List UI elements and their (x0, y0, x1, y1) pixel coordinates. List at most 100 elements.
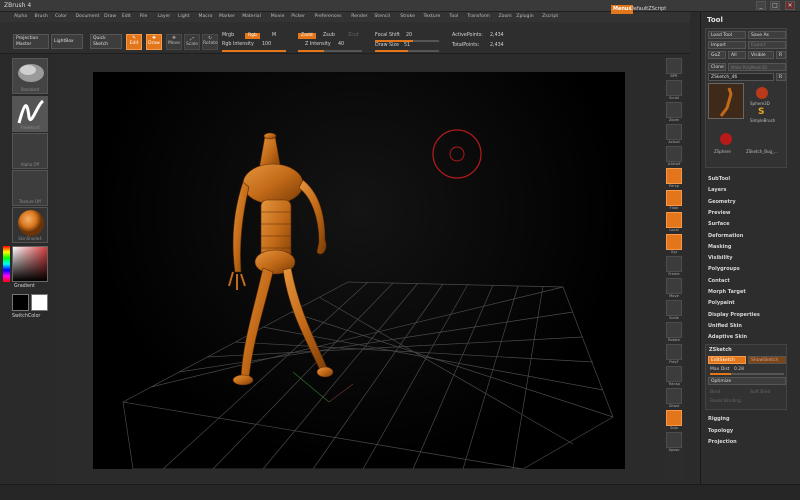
subpalette-projection[interactable]: Projection (708, 439, 737, 445)
menu-item-document[interactable]: Document (76, 14, 100, 19)
view-xpose-button[interactable]: Xpose (666, 432, 682, 452)
projection-master-button[interactable]: Projection Master (13, 34, 49, 49)
subpalette-surface[interactable]: Surface (708, 221, 730, 227)
m-button[interactable]: M (272, 33, 276, 38)
menu-item-alpha[interactable]: Alpha (14, 14, 27, 19)
mrgb-button[interactable]: Mrgb (222, 33, 234, 38)
subpalette-deformation[interactable]: Deformation (708, 233, 743, 239)
subpalette-preview[interactable]: Preview (708, 210, 731, 216)
bind-button[interactable]: Bind (710, 390, 720, 395)
view-zoom-button[interactable]: Zoom (666, 102, 682, 122)
current-tool-name[interactable]: ZSketch_46 (708, 73, 774, 81)
save-as-button[interactable]: Save As (748, 31, 786, 39)
menu-item-macro[interactable]: Macro (199, 14, 213, 19)
gradient-label[interactable]: Gradient (14, 284, 35, 289)
optimize-button[interactable]: Optimize (708, 377, 786, 385)
rgb-intensity-value[interactable]: 100 (262, 42, 271, 47)
reset-binding-button[interactable]: Reset Binding (710, 399, 741, 404)
menu-item-transform[interactable]: Transform (467, 14, 490, 19)
import-button[interactable]: Import (708, 41, 746, 49)
view-xyz-button[interactable]: Xyz (666, 234, 682, 254)
view-polyf-button[interactable]: PolyF (666, 344, 682, 364)
lightbox-button[interactable]: LightBox (51, 34, 83, 49)
subpalette-masking[interactable]: Masking (708, 244, 732, 250)
edit-sketch-button[interactable]: EditSketch (708, 356, 746, 364)
texture-thumbnail[interactable]: Texture Off (12, 170, 48, 206)
subpalette-polypaint[interactable]: Polypaint (708, 300, 735, 306)
view-persp-button[interactable]: Persp (666, 168, 682, 188)
view-frame-button[interactable]: Frame (666, 256, 682, 276)
draw-mode-button[interactable]: ✚ Draw (146, 34, 162, 50)
goz-all-button[interactable]: All (728, 51, 746, 59)
sphere3d-icon[interactable] (756, 87, 768, 99)
current-tool-r-button[interactable]: R (776, 73, 786, 81)
edit-mode-button[interactable]: ✎ Edit (126, 34, 142, 50)
menu-item-stencil[interactable]: Stencil (374, 14, 390, 19)
subpalette-display-properties[interactable]: Display Properties (708, 312, 760, 318)
focal-shift-value[interactable]: 20 (406, 33, 412, 38)
max-dist-slider[interactable] (710, 373, 784, 375)
show-sketch-button[interactable]: ShowSketch (748, 356, 786, 364)
load-tool-button[interactable]: Load Tool (708, 31, 746, 39)
view-transp-button[interactable]: Transp (666, 366, 682, 386)
export-button[interactable]: Export (748, 41, 786, 49)
menu-item-light[interactable]: Light (178, 14, 189, 19)
menu-item-preferences[interactable]: Preferences (315, 14, 342, 19)
scale-mode-button[interactable]: ⤢ Scale (184, 34, 200, 50)
menu-item-edit[interactable]: Edit (122, 14, 131, 19)
menu-item-draw[interactable]: Draw (104, 14, 116, 19)
menu-item-material[interactable]: Material (242, 14, 261, 19)
make-polymesh-button[interactable]: Make PolyMesh3D (728, 63, 786, 71)
menu-item-color[interactable]: Color (55, 14, 67, 19)
z-intensity-value[interactable]: 40 (338, 42, 344, 47)
menu-item-stroke[interactable]: Stroke (400, 14, 415, 19)
max-dist-value[interactable]: 0.28 (734, 367, 744, 372)
simplebrush-icon[interactable]: S (758, 107, 768, 117)
main-color-swatch[interactable] (12, 294, 29, 311)
zadd-button[interactable]: Zadd (298, 33, 316, 39)
secondary-color-swatch[interactable] (31, 294, 48, 311)
zsub-button[interactable]: Zsub (323, 33, 335, 38)
current-tool-thumbnail[interactable] (708, 83, 744, 119)
z-intensity-slider[interactable] (298, 50, 362, 52)
menu-item-texture[interactable]: Texture (424, 14, 441, 19)
quick-sketch-button[interactable]: Quick Sketch (90, 34, 122, 49)
focal-shift-slider[interactable] (375, 40, 439, 42)
subpalette-visibility[interactable]: Visibility (708, 255, 733, 261)
view-bpr-button[interactable]: BPR (666, 58, 682, 78)
default-zscript-label[interactable]: DefaultZScript (630, 6, 666, 12)
subpalette-polygroups[interactable]: Polygroups (708, 266, 740, 272)
subpalette-subtool[interactable]: SubTool (708, 176, 730, 182)
rgb-button[interactable]: Rgb (245, 33, 260, 39)
view-solo-button[interactable]: Solo (666, 410, 682, 430)
goz-r-button[interactable]: R (776, 51, 786, 59)
view-floor-button[interactable]: Floor (666, 190, 682, 210)
switch-color-button[interactable]: SwitchColor (12, 314, 40, 319)
subpalette-adaptive-skin[interactable]: Adaptive Skin (708, 334, 747, 340)
menu-item-file[interactable]: File (140, 14, 148, 19)
rgb-intensity-slider[interactable] (222, 50, 286, 52)
menu-item-layer[interactable]: Layer (158, 14, 171, 19)
menu-item-zscript[interactable]: Zscript (542, 14, 558, 19)
zsphere-icon[interactable] (720, 133, 732, 145)
maximize-button[interactable]: □ (770, 1, 780, 10)
menu-item-zplugin[interactable]: Zplugin (516, 14, 533, 19)
view-scale-button[interactable]: Scale (666, 300, 682, 320)
goz-visible-button[interactable]: Visible (748, 51, 774, 59)
goz-button[interactable]: GoZ (708, 51, 726, 59)
view-actual-button[interactable]: Actual (666, 124, 682, 144)
clone-button[interactable]: Clone (708, 63, 726, 71)
brush-thumbnail[interactable]: Standard (12, 58, 48, 94)
view-aahalf-button[interactable]: AAHalf (666, 146, 682, 166)
minimize-button[interactable]: _ (756, 1, 766, 10)
draw-size-value[interactable]: 51 (404, 43, 410, 48)
move-mode-button[interactable]: ✥ Move (166, 34, 182, 50)
menu-item-brush[interactable]: Brush (35, 14, 48, 19)
rotate-mode-button[interactable]: ↻ Rotate (202, 34, 218, 50)
soft-bind-button[interactable]: Soft Bind (750, 390, 770, 395)
material-thumbnail[interactable]: SkinShade4 (12, 207, 48, 243)
close-button[interactable]: ✕ (785, 1, 795, 10)
alpha-thumbnail[interactable]: Alpha Off (12, 133, 48, 169)
color-picker[interactable] (12, 246, 48, 282)
document-canvas[interactable] (93, 72, 625, 469)
